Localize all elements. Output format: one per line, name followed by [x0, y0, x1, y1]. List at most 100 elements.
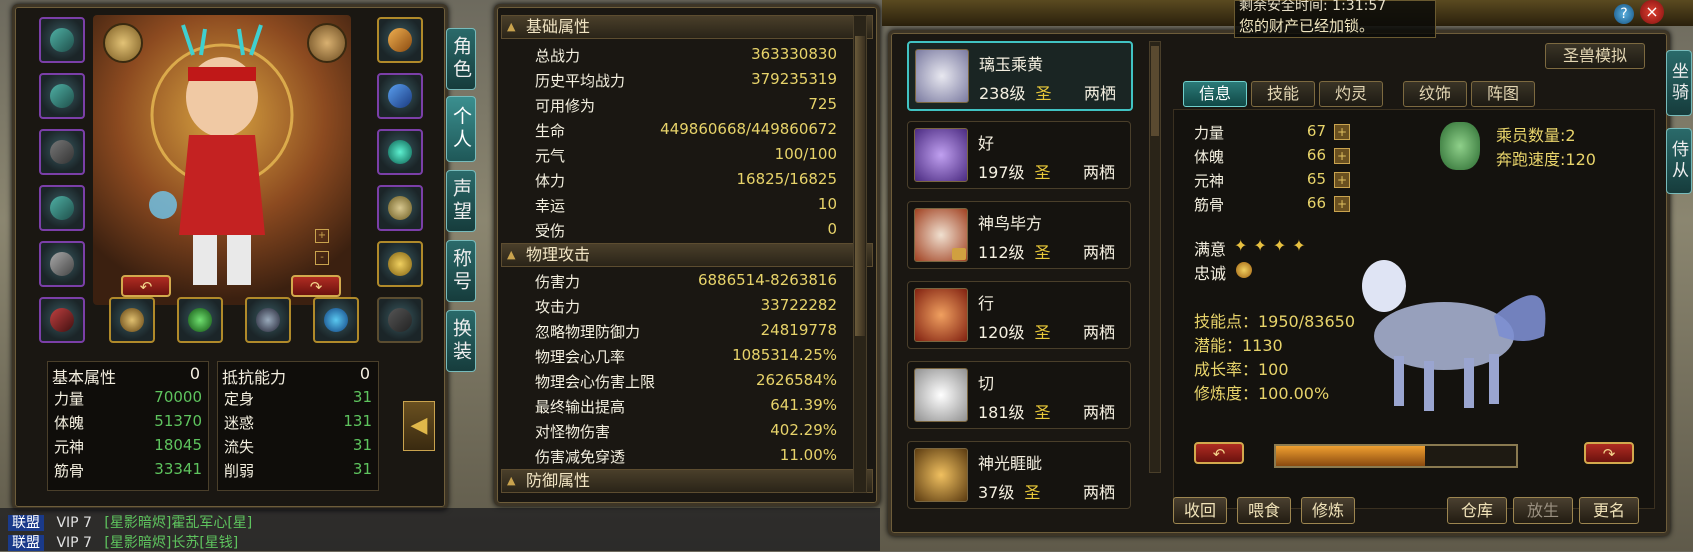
base-attr-box: 基本属性 0 力量 70000 体魄 51370 元神 18045 筋骨 33341 [47, 361, 209, 491]
pet-habitat: 两栖 [1083, 323, 1116, 342]
tab-reputation[interactable]: 声望 [446, 170, 476, 232]
defense-header[interactable]: 防御属性 [501, 469, 873, 493]
pet-item[interactable]: 璃玉乘黄 238级圣 两栖 [907, 41, 1133, 111]
pet-name: 行 [978, 294, 995, 313]
add-point-icon[interactable]: + [1334, 148, 1350, 164]
tab-pet-pattern[interactable]: 纹饰 [1403, 81, 1467, 107]
equip-slot-necklace[interactable] [377, 129, 423, 175]
lock-icon [952, 248, 966, 260]
pet-item[interactable]: 好 197级圣 两栖 [907, 121, 1131, 189]
equip-slot-weapon[interactable] [39, 297, 85, 343]
pet-avatar [915, 49, 969, 103]
tab-pet-formation[interactable]: 阵图 [1471, 81, 1535, 107]
recall-button[interactable]: 收回 [1173, 497, 1227, 524]
tab-pet-info[interactable]: 信息 [1183, 81, 1247, 107]
pet-level-line: 181级圣 [978, 403, 1051, 422]
warehouse-button[interactable]: 仓库 [1447, 497, 1507, 524]
pet-level-line: 120级圣 [978, 323, 1051, 342]
pet-level-line: 37级圣 [978, 483, 1041, 502]
pet-item[interactable]: 行 120级圣 两栖 [907, 281, 1131, 349]
equip-slot-helmet[interactable] [39, 17, 85, 63]
rename-button[interactable]: 更名 [1579, 497, 1639, 524]
pet-exp-bar [1274, 444, 1518, 468]
stats-scrollbar[interactable] [853, 15, 867, 493]
equip-slot-bracelet[interactable] [377, 241, 423, 287]
pet-list-scrollbar[interactable] [1149, 41, 1161, 473]
chat-text[interactable]: [星影暗烬]霍乱军心[星] [104, 515, 252, 531]
close-icon[interactable]: × [1640, 0, 1664, 24]
phys-attack-header[interactable]: 物理攻击 [501, 243, 873, 267]
pet-habitat: 两栖 [1083, 243, 1116, 262]
mask-icon[interactable] [307, 23, 347, 63]
tab-pet-skill[interactable]: 技能 [1251, 81, 1315, 107]
satisfaction-label: 满意 [1194, 240, 1227, 259]
chat-channel[interactable]: 联盟 [8, 535, 44, 551]
pet-rotate-right-button[interactable]: ↷ [1584, 442, 1634, 464]
pet-item[interactable]: 神光睚眦 37级圣 两栖 [907, 441, 1131, 509]
add-point-icon[interactable]: + [1334, 172, 1350, 188]
chat-text[interactable]: [星影暗烬]长苏[星钱] [104, 535, 238, 551]
pet-avatar [914, 368, 968, 422]
tab-outfit[interactable]: 换装 [446, 310, 476, 372]
safety-time: 剩余安全时间: 1:31:57 [1239, 0, 1387, 14]
pet-panel: 璃玉乘黄 238级圣 两栖 好 197级圣 两栖 神鸟毕方 112级圣 两栖 行… [888, 30, 1670, 536]
add-point-icon[interactable]: + [1334, 124, 1350, 140]
zoom-out-icon[interactable]: - [315, 251, 329, 265]
base-attr-title: 基本属性 [52, 368, 117, 387]
base-attr-title-value: 0 [189, 364, 200, 383]
growth-rate: 成长率：100 [1194, 360, 1289, 379]
equip-slot-tower[interactable] [377, 17, 423, 63]
stats-panel: 基础属性 总战力363330830 历史平均战力379235319 可用修为72… [494, 4, 880, 506]
release-button[interactable]: 放生 [1513, 497, 1573, 524]
tab-mount[interactable]: 坐骑 [1666, 50, 1692, 116]
book-icon[interactable] [103, 23, 143, 63]
cultivation: 修炼度：100.00% [1194, 384, 1330, 403]
pet-name: 璃玉乘黄 [979, 55, 1044, 74]
pet-list-scrollbar-thumb[interactable] [1151, 46, 1159, 136]
zoom-in-icon[interactable]: + [315, 229, 329, 243]
help-icon[interactable]: ? [1614, 4, 1634, 24]
pet-level-line: 238级圣 [979, 84, 1052, 103]
tab-pet-spirit[interactable]: 灼灵 [1319, 81, 1383, 107]
tab-follower[interactable]: 侍从 [1666, 128, 1692, 194]
pet-item[interactable]: 切 181级圣 两栖 [907, 361, 1131, 429]
pet-avatar [914, 128, 968, 182]
feed-button[interactable]: 喂食 [1237, 497, 1291, 524]
tab-character[interactable]: 角色 [446, 28, 476, 90]
safety-notice: 剩余安全时间: 1:31:57 您的财产已经加锁。 [1234, 0, 1436, 38]
equip-slot-ring[interactable] [377, 185, 423, 231]
pet-habitat: 两栖 [1083, 163, 1116, 182]
chat-vip: VIP 7 [56, 535, 92, 551]
pet-level-line: 112级圣 [978, 243, 1051, 262]
equip-slot-armor[interactable] [39, 73, 85, 119]
skill-points: 技能点：1950/83650 [1194, 312, 1356, 331]
basic-attr-header[interactable]: 基础属性 [501, 15, 873, 39]
add-point-icon[interactable]: + [1334, 196, 1350, 212]
jade-beast-icon [1440, 122, 1480, 170]
rotate-left-button[interactable]: ↶ [121, 275, 171, 297]
equip-slot-amulet2[interactable] [177, 297, 223, 343]
equip-slot-amulet1[interactable] [109, 297, 155, 343]
equip-slot-boots[interactable] [39, 241, 85, 287]
equip-slot-pants[interactable] [39, 185, 85, 231]
equip-slot-bow[interactable] [377, 297, 423, 343]
pet-level-line: 197级圣 [978, 163, 1051, 182]
loyalty-icon [1236, 262, 1252, 278]
equip-slot-weapon2[interactable] [377, 73, 423, 119]
cultivate-button[interactable]: 修炼 [1301, 497, 1355, 524]
satisfaction-icons: ✦✦✦✦ [1234, 236, 1312, 255]
pet-item[interactable]: 神鸟毕方 112级圣 两栖 [907, 201, 1131, 269]
equip-slot-amulet3[interactable] [245, 297, 291, 343]
simulate-button[interactable]: 圣兽模拟 [1545, 43, 1645, 69]
tab-title[interactable]: 称号 [446, 240, 476, 302]
chat-channel[interactable]: 联盟 [8, 515, 44, 531]
pet-rotate-left-button[interactable]: ↶ [1194, 442, 1244, 464]
equip-slot-amulet4[interactable] [313, 297, 359, 343]
pet-name: 切 [978, 374, 995, 393]
rotate-right-button[interactable]: ↷ [291, 275, 341, 297]
stats-scrollbar-thumb[interactable] [855, 36, 865, 336]
collapse-arrow-icon[interactable]: ◀ [403, 401, 435, 451]
character-panel: + - ↶ ↷ 基本属性 0 力量 70000 体魄 51370 元神 18045 筋… [12, 4, 448, 510]
tab-personal[interactable]: 个人 [446, 96, 476, 162]
equip-slot-belt[interactable] [39, 129, 85, 175]
